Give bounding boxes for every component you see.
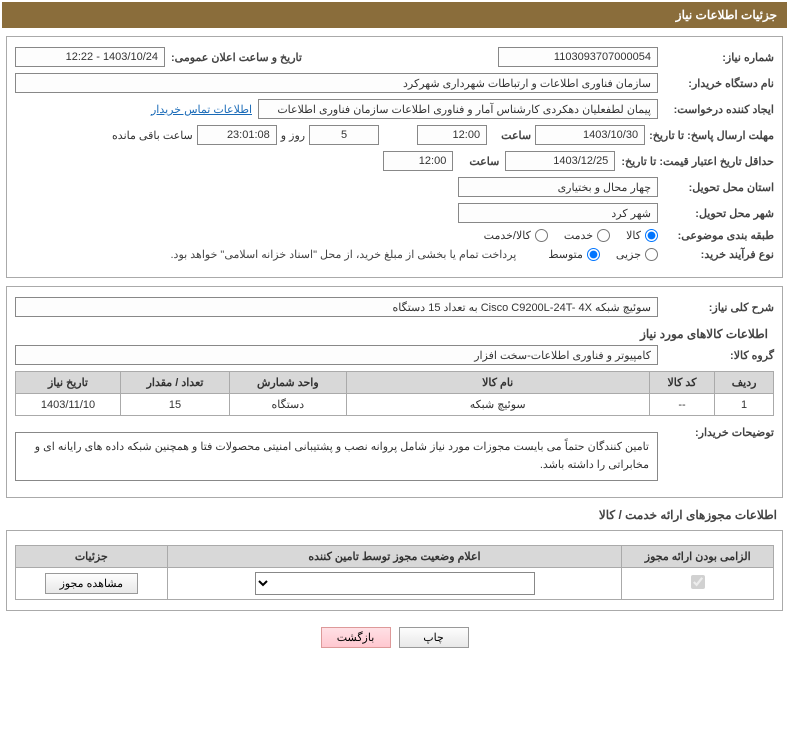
subject-class-radios: کالا خدمت کالا/خدمت (484, 229, 658, 242)
goods-info-title: اطلاعات کالاهای مورد نیاز (21, 327, 768, 341)
need-desc-value: سوئیچ شبکه Cisco C9200L-24T- 4X به تعداد… (15, 297, 658, 317)
buyer-notes-label: توضیحات خریدار: (664, 426, 774, 439)
license-section-title: اطلاعات مجوزهای ارائه خدمت / کالا (8, 508, 777, 522)
radio-partial[interactable]: جزیی (616, 248, 658, 261)
td-need-date: 1403/11/10 (16, 394, 121, 416)
province-value: چهار محال و بختیاری (458, 177, 658, 197)
countdown-value: 23:01:08 (197, 125, 277, 145)
td-name: سوئیچ شبکه (346, 394, 649, 416)
th-status: اعلام وضعیت مجوز توسط تامین کننده (167, 546, 622, 568)
buyer-org-value: سازمان فناوری اطلاعات و ارتباطات شهرداری… (15, 73, 658, 93)
radio-partial-input[interactable] (645, 248, 658, 261)
reply-date-value: 1403/10/30 (535, 125, 645, 145)
goods-group-label: گروه کالا: (664, 349, 774, 362)
footer-buttons: چاپ بازگشت (2, 619, 787, 652)
goods-table: ردیف کد کالا نام کالا واحد شمارش تعداد /… (15, 371, 774, 416)
announce-dt-label: تاریخ و ساعت اعلان عمومی: (171, 51, 302, 64)
price-valid-date-value: 1403/12/25 (505, 151, 615, 171)
radio-service[interactable]: خدمت (564, 229, 610, 242)
print-button[interactable]: چاپ (399, 627, 469, 648)
header-title: جزئیات اطلاعات نیاز (676, 8, 777, 22)
status-select[interactable] (255, 572, 535, 595)
need-no-label: شماره نیاز: (664, 51, 774, 64)
need-info-section: شماره نیاز: 1103093707000054 تاریخ و ساع… (6, 36, 783, 278)
city-label: شهر محل تحویل: (664, 207, 774, 220)
price-valid-time-value: 12:00 (383, 151, 453, 171)
license-table: الزامی بودن ارائه مجوز اعلام وضعیت مجوز … (15, 545, 774, 600)
mandatory-checkbox (691, 575, 705, 589)
buyer-notes-value: تامین کنندگان حتماً می بایست مجوزات مورد… (15, 432, 658, 481)
time-left-label: ساعت باقی مانده (112, 129, 193, 142)
reply-time-label: ساعت (491, 129, 531, 142)
table-row: 1 -- سوئیچ شبکه دستگاه 15 1403/11/10 (16, 394, 774, 416)
reply-time-value: 12:00 (417, 125, 487, 145)
license-row: مشاهده مجوز (16, 568, 774, 600)
th-need-date: تاریخ نیاز (16, 372, 121, 394)
td-qty: 15 (121, 394, 230, 416)
radio-both[interactable]: کالا/خدمت (484, 229, 548, 242)
th-mandatory: الزامی بودن ارائه مجوز (622, 546, 774, 568)
requester-label: ایجاد کننده درخواست: (664, 103, 774, 116)
td-code: -- (649, 394, 714, 416)
city-value: شهر کرد (458, 203, 658, 223)
announce-dt-value: 1403/10/24 - 12:22 (15, 47, 165, 67)
need-desc-label: شرح کلی نیاز: (664, 301, 774, 314)
goods-group-value: کامپیوتر و فناوری اطلاعات-سخت افزار (15, 345, 658, 365)
buyer-org-label: نام دستگاه خریدار: (664, 77, 774, 90)
requester-value: پیمان لطفعلیان دهکردی کارشناس آمار و فنا… (258, 99, 658, 119)
days-and-label: روز و (281, 129, 305, 142)
radio-medium[interactable]: متوسط (548, 248, 600, 261)
subject-class-label: طبقه بندی موضوعی: (664, 229, 774, 242)
need-desc-section: شرح کلی نیاز: سوئیچ شبکه Cisco C9200L-24… (6, 286, 783, 498)
th-qty: تعداد / مقدار (121, 372, 230, 394)
td-status (167, 568, 622, 600)
radio-medium-input[interactable] (587, 248, 600, 261)
price-valid-time-label: ساعت (459, 155, 499, 168)
th-code: کد کالا (649, 372, 714, 394)
treasury-note: پرداخت تمام یا بخشی از مبلغ خرید، از محل… (171, 248, 517, 261)
purchase-type-label: نوع فرآیند خرید: (664, 248, 774, 261)
th-unit: واحد شمارش (230, 372, 347, 394)
reply-deadline-label: مهلت ارسال پاسخ: تا تاریخ: (649, 129, 774, 142)
th-name: نام کالا (346, 372, 649, 394)
td-unit: دستگاه (230, 394, 347, 416)
td-row: 1 (715, 394, 774, 416)
price-valid-label: حداقل تاریخ اعتبار قیمت: تا تاریخ: (621, 155, 774, 168)
province-label: استان محل تحویل: (664, 181, 774, 194)
page-header: جزئیات اطلاعات نیاز (2, 2, 787, 28)
td-mandatory (622, 568, 774, 600)
th-row: ردیف (715, 372, 774, 394)
th-details: جزئیات (16, 546, 168, 568)
need-no-value: 1103093707000054 (498, 47, 658, 67)
buyer-contact-link[interactable]: اطلاعات تماس خریدار (151, 103, 252, 116)
back-button[interactable]: بازگشت (321, 627, 391, 648)
radio-service-input[interactable] (597, 229, 610, 242)
radio-goods-input[interactable] (645, 229, 658, 242)
view-license-button[interactable]: مشاهده مجوز (45, 573, 138, 594)
radio-goods[interactable]: کالا (626, 229, 658, 242)
td-details: مشاهده مجوز (16, 568, 168, 600)
radio-both-input[interactable] (535, 229, 548, 242)
purchase-type-radios: جزیی متوسط (548, 248, 658, 261)
license-section: الزامی بودن ارائه مجوز اعلام وضعیت مجوز … (6, 530, 783, 611)
days-left-value: 5 (309, 125, 379, 145)
